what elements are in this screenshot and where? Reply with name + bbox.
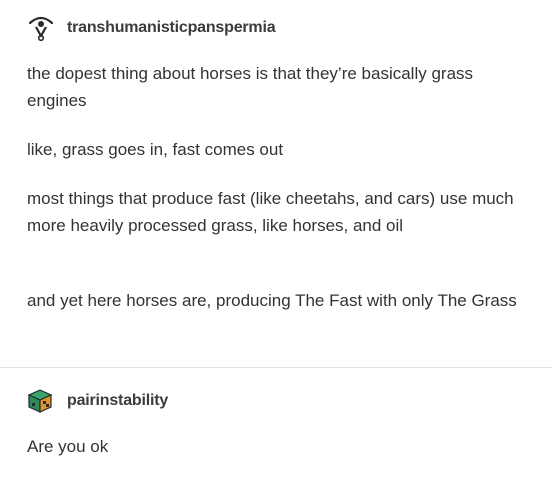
reply-header: pairinstability bbox=[27, 387, 168, 415]
original-post-header: transhumanisticpanspermia bbox=[27, 14, 276, 42]
reply-text: Are you ok bbox=[27, 437, 109, 456]
post-paragraph-4: and yet here horses are, producing The F… bbox=[27, 291, 517, 310]
post-paragraph-3: most things that produce fast (like chee… bbox=[27, 189, 514, 235]
eye-sigil-icon[interactable] bbox=[27, 14, 55, 42]
cube-icon[interactable] bbox=[27, 388, 53, 414]
original-post-author[interactable]: transhumanisticpanspermia bbox=[67, 19, 276, 37]
post-paragraph-2: like, grass goes in, fast comes out bbox=[27, 140, 284, 159]
reply-divider bbox=[0, 367, 552, 368]
reply-author[interactable]: pairinstability bbox=[67, 392, 168, 410]
post-paragraph-1: the dopest thing about horses is that th… bbox=[27, 64, 474, 110]
